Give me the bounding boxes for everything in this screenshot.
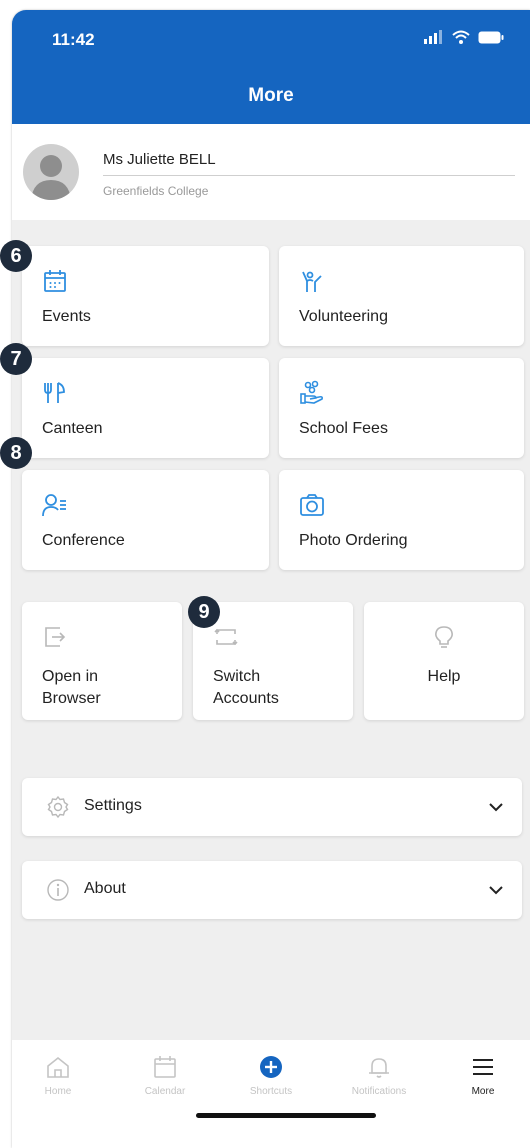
- annotation-marker: 9: [188, 596, 220, 628]
- annotation-marker: 7: [0, 343, 32, 375]
- tab-notifications[interactable]: Notifications: [334, 1054, 424, 1097]
- profile-card[interactable]: Ms Juliette BELL Greenfields College: [12, 124, 530, 220]
- lightbulb-icon: [435, 626, 453, 648]
- open-in-browser-label: Open in Browser: [42, 668, 101, 707]
- annotation-marker: 8: [0, 437, 32, 469]
- page-title: More: [248, 85, 294, 106]
- tab-shortcuts[interactable]: Shortcuts: [226, 1054, 316, 1097]
- tab-home-label: Home: [44, 1086, 72, 1097]
- about-label: About: [84, 880, 126, 897]
- conference-tile[interactable]: Conference: [22, 470, 269, 570]
- school-fees-label: School Fees: [299, 420, 388, 437]
- open-browser-icon: [45, 627, 66, 647]
- avatar: [23, 144, 79, 200]
- events-tile[interactable]: Events: [22, 246, 269, 346]
- tab-notifications-label: Notifications: [351, 1086, 407, 1097]
- canteen-tile[interactable]: Canteen: [22, 358, 269, 458]
- settings-row[interactable]: Settings: [22, 778, 522, 836]
- conference-icon: [42, 494, 66, 517]
- plus-circle-icon: [260, 1056, 282, 1078]
- tab-shortcuts-label: Shortcuts: [249, 1086, 293, 1097]
- tab-more[interactable]: More: [438, 1054, 528, 1097]
- photo-ordering-tile[interactable]: Photo Ordering: [279, 470, 524, 570]
- chevron-down-icon: [489, 803, 503, 812]
- photo-ordering-label: Photo Ordering: [299, 532, 408, 549]
- canteen-label: Canteen: [42, 420, 103, 437]
- switch-accounts-label: Switch Accounts: [213, 668, 279, 707]
- profile-school: Greenfields College: [103, 184, 209, 198]
- help-tile[interactable]: Help: [364, 602, 524, 720]
- school-fees-tile[interactable]: School Fees: [279, 358, 524, 458]
- conference-label: Conference: [42, 532, 125, 549]
- gear-icon: [47, 795, 69, 819]
- signal-icon: [424, 30, 442, 44]
- about-row[interactable]: About: [22, 861, 522, 919]
- settings-label: Settings: [84, 797, 142, 814]
- home-indicator: [196, 1113, 376, 1118]
- divider: [103, 175, 515, 176]
- tab-calendar[interactable]: Calendar: [120, 1054, 210, 1097]
- volunteer-icon: [302, 271, 322, 292]
- bell-icon: [369, 1058, 389, 1078]
- status-icons: [424, 30, 504, 44]
- menu-icon: [473, 1059, 493, 1075]
- calendar-icon: [154, 1056, 176, 1078]
- help-label: Help: [427, 668, 461, 685]
- annotation-marker: 6: [0, 240, 32, 272]
- fees-icon: [300, 380, 323, 404]
- calendar-icon: [44, 270, 66, 292]
- wifi-icon: [452, 30, 470, 44]
- chevron-down-icon: [489, 886, 503, 895]
- info-icon: [47, 879, 69, 901]
- volunteering-label: Volunteering: [299, 308, 388, 325]
- bottom-tab-bar: Home Calendar Shortcuts Notifications Mo…: [12, 1040, 530, 1148]
- switch-accounts-icon: [214, 628, 238, 646]
- events-label: Events: [42, 308, 91, 325]
- phone-screen: 11:42 More Ms Juliette BELL Greenfields …: [12, 10, 530, 1148]
- cutlery-icon: [44, 382, 65, 403]
- home-icon: [47, 1056, 69, 1078]
- tab-more-label: More: [471, 1086, 495, 1097]
- camera-icon: [300, 494, 324, 516]
- battery-icon: [478, 31, 504, 43]
- app-header: 11:42 More: [12, 10, 530, 124]
- volunteering-tile[interactable]: Volunteering: [279, 246, 524, 346]
- tab-home[interactable]: Home: [13, 1054, 103, 1097]
- open-in-browser-tile[interactable]: Open in Browser: [22, 602, 182, 720]
- profile-name: Ms Juliette BELL: [103, 151, 216, 168]
- tab-calendar-label: Calendar: [144, 1086, 186, 1097]
- status-time: 11:42: [52, 30, 95, 49]
